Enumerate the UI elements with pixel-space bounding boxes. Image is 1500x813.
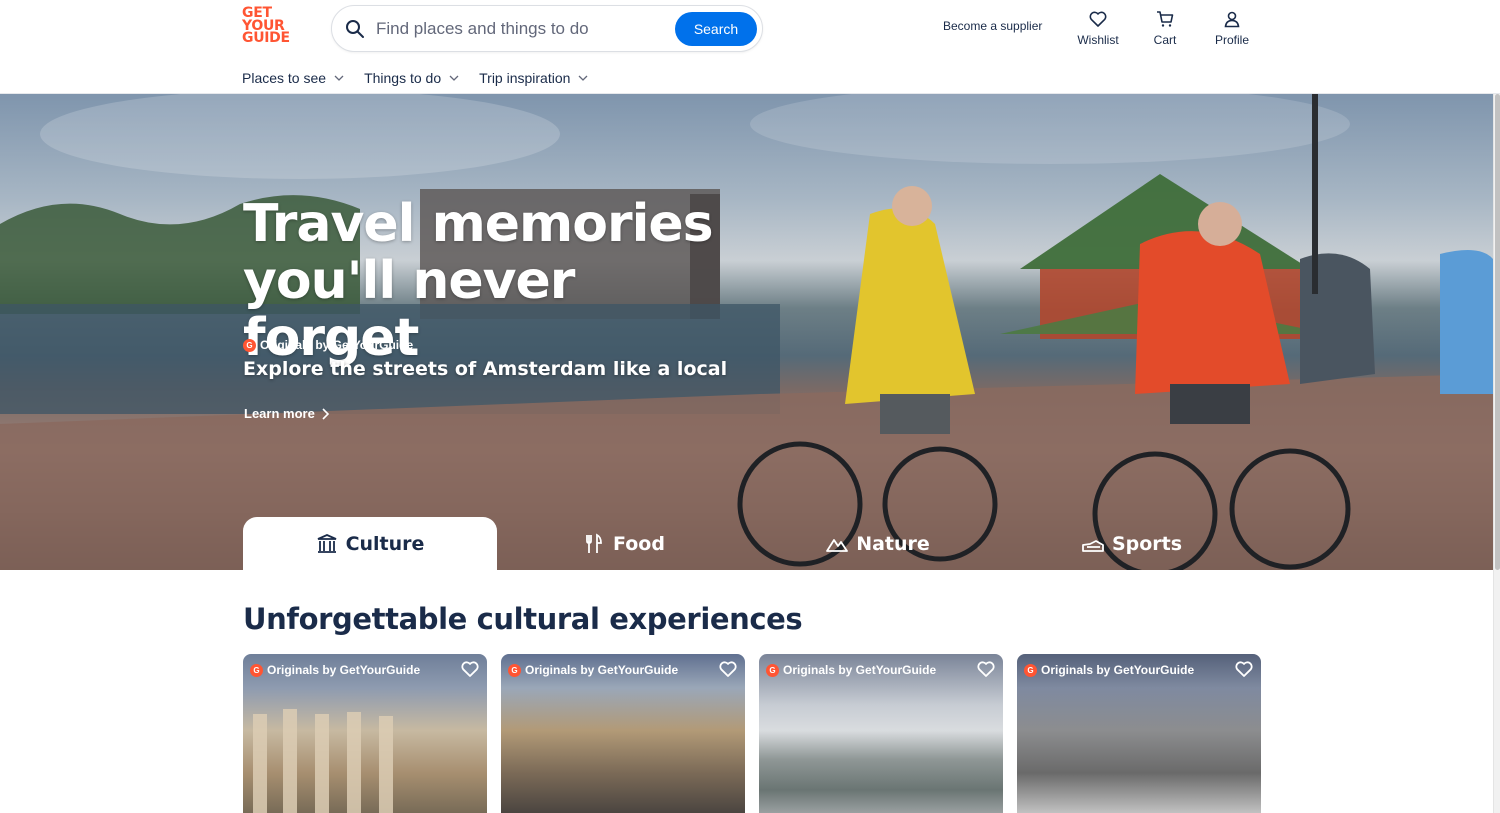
learn-more-label: Learn more bbox=[244, 406, 315, 421]
secondary-navigation: Places to see Things to do Trip inspirat… bbox=[242, 70, 588, 86]
cart-icon bbox=[1157, 11, 1174, 27]
heart-icon[interactable] bbox=[976, 659, 996, 679]
page: GET YOUR GUIDE Search Become a supplier … bbox=[0, 0, 1500, 813]
cart-label: Cart bbox=[1153, 33, 1177, 47]
tab-sports-label: Sports bbox=[1111, 532, 1183, 555]
experience-card[interactable]: G Originals by GetYourGuide bbox=[1017, 654, 1261, 813]
profile-icon bbox=[1224, 11, 1240, 28]
scrollbar-thumb[interactable] bbox=[1495, 94, 1500, 570]
getyourguide-logo[interactable]: GET YOUR GUIDE bbox=[242, 6, 294, 47]
getyourguide-g-icon: G bbox=[766, 663, 779, 677]
chevron-right-icon bbox=[322, 407, 329, 420]
originals-badge: G Originals by GetYourGuide bbox=[508, 663, 678, 677]
originals-badge: G Originals by GetYourGuide bbox=[243, 338, 413, 352]
hero-banner: Travel memories you'll never forget G Or… bbox=[0, 94, 1493, 570]
experience-card[interactable]: G Originals by GetYourGuide bbox=[501, 654, 745, 813]
heart-icon[interactable] bbox=[1234, 659, 1254, 679]
profile-label: Profile bbox=[1214, 33, 1249, 47]
nav-trip-inspiration[interactable]: Trip inspiration bbox=[479, 70, 588, 86]
mountain-icon bbox=[826, 538, 849, 552]
chevron-down-icon bbox=[578, 75, 588, 81]
tab-food-label: Food bbox=[613, 532, 665, 555]
hero-background-image bbox=[0, 94, 1493, 570]
tab-nature-label: Nature bbox=[856, 532, 930, 555]
hero-subtitle: Explore the streets of Amsterdam like a … bbox=[243, 358, 728, 380]
wishlist-label: Wishlist bbox=[1077, 33, 1119, 47]
getyourguide-g-icon: G bbox=[508, 663, 521, 677]
experience-card[interactable]: G Originals by GetYourGuide bbox=[759, 654, 1003, 813]
tab-culture[interactable]: Culture bbox=[243, 517, 497, 570]
search-input[interactable] bbox=[376, 16, 666, 42]
tab-culture-label: Culture bbox=[345, 532, 425, 555]
profile-button[interactable]: Profile bbox=[1202, 9, 1262, 47]
cutlery-icon bbox=[586, 533, 602, 553]
page-scrollbar[interactable] bbox=[1493, 94, 1500, 813]
originals-badge-label: Originals by GetYourGuide bbox=[260, 338, 414, 352]
nav-places-to-see[interactable]: Places to see bbox=[242, 70, 344, 86]
search-icon bbox=[346, 20, 364, 38]
experience-card[interactable]: G Originals by GetYourGuide bbox=[243, 654, 487, 813]
heart-icon[interactable] bbox=[460, 659, 480, 679]
wishlist-button[interactable]: Wishlist bbox=[1068, 9, 1128, 47]
museum-icon bbox=[317, 533, 336, 553]
originals-badge-label: Originals by GetYourGuide bbox=[783, 663, 937, 677]
getyourguide-g-icon: G bbox=[243, 338, 256, 352]
originals-badge-label: Originals by GetYourGuide bbox=[1041, 663, 1195, 677]
nav-things-to-do[interactable]: Things to do bbox=[364, 70, 459, 86]
sports-icon bbox=[1082, 539, 1104, 552]
originals-badge: G Originals by GetYourGuide bbox=[250, 663, 420, 677]
chevron-down-icon bbox=[449, 75, 459, 81]
experience-cards: G Originals by GetYourGuide G Originals … bbox=[243, 654, 1261, 813]
heart-icon[interactable] bbox=[718, 659, 738, 679]
search-bar: Search bbox=[331, 5, 763, 52]
learn-more-link[interactable]: Learn more bbox=[244, 406, 329, 421]
search-button[interactable]: Search bbox=[675, 12, 757, 46]
chevron-down-icon bbox=[334, 75, 344, 81]
originals-badge-label: Originals by GetYourGuide bbox=[525, 663, 679, 677]
tab-sports[interactable]: Sports bbox=[1005, 517, 1259, 570]
section-title: Unforgettable cultural experiences bbox=[243, 602, 803, 636]
logo-line-3: GUIDE bbox=[242, 30, 290, 46]
nav-places-to-see-label: Places to see bbox=[242, 70, 327, 86]
originals-badge: G Originals by GetYourGuide bbox=[766, 663, 936, 677]
cart-button[interactable]: Cart bbox=[1135, 9, 1195, 47]
nav-things-to-do-label: Things to do bbox=[364, 70, 442, 86]
become-supplier-link[interactable]: Become a supplier bbox=[943, 19, 1042, 33]
tab-food[interactable]: Food bbox=[497, 517, 751, 570]
originals-badge-label: Originals by GetYourGuide bbox=[267, 663, 421, 677]
originals-badge: G Originals by GetYourGuide bbox=[1024, 663, 1194, 677]
nav-trip-inspiration-label: Trip inspiration bbox=[479, 70, 571, 86]
tab-nature[interactable]: Nature bbox=[751, 517, 1005, 570]
top-navigation-bar: GET YOUR GUIDE Search Become a supplier … bbox=[0, 0, 1500, 94]
getyourguide-g-icon: G bbox=[1024, 663, 1037, 677]
getyourguide-g-icon: G bbox=[250, 663, 263, 677]
heart-icon bbox=[1089, 11, 1107, 27]
category-tabs: Culture Food Nature Sports bbox=[243, 517, 1259, 570]
